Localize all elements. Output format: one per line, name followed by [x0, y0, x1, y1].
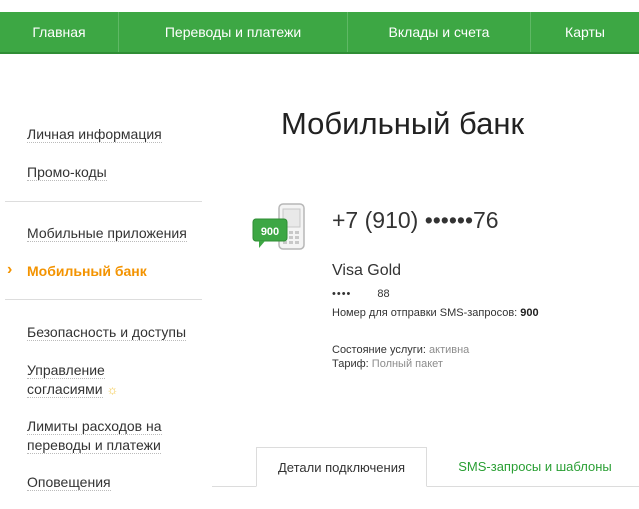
sidebar-item-label: Управление — [27, 362, 105, 379]
page-title: Мобильный банк — [281, 106, 525, 141]
sidebar-item-consents[interactable]: Управление согласиями ☼ — [27, 361, 118, 399]
nav-item-deposits[interactable]: Вклады и счета — [348, 12, 531, 52]
sidebar-divider — [5, 299, 202, 300]
phone-number: +7 (910) ••••••76 — [332, 207, 499, 233]
card-mask: •••• — [332, 288, 352, 300]
top-navigation: Главная Переводы и платежи Вклады и счет… — [0, 12, 639, 54]
sidebar-item-label: Лимиты расходов на — [27, 418, 162, 435]
nav-item-transfers[interactable]: Переводы и платежи — [119, 12, 348, 52]
sms-number-label: Номер для отправки SMS-запросов: — [332, 307, 518, 319]
active-chevron-icon: › — [7, 261, 13, 278]
card-last-digits: 88 — [377, 288, 390, 300]
tab-connection-details[interactable]: Детали подключения — [256, 447, 427, 487]
sidebar-divider — [5, 201, 202, 202]
phone-badge-text: 900 — [261, 226, 279, 238]
card-name: Visa Gold — [332, 262, 402, 279]
sidebar-item-personal-info[interactable]: Личная информация — [27, 125, 162, 144]
sidebar-item-label: переводы и платежи — [27, 437, 161, 454]
tariff-value: Полный пакет — [371, 358, 443, 370]
sidebar-item-label: Личная информация — [27, 126, 162, 143]
sun-icon: ☼ — [106, 382, 119, 397]
sidebar-item-security[interactable]: Безопасность и доступы — [27, 323, 187, 342]
sms-number-value: 900 — [520, 307, 539, 319]
service-status-value: активна — [429, 344, 470, 356]
mobile-phone-icon: 900 — [252, 203, 305, 250]
nav-item-home[interactable]: Главная — [0, 12, 119, 52]
sidebar-item-mobile-bank[interactable]: Мобильный банк — [27, 262, 147, 281]
sidebar-item-mobile-apps[interactable]: Мобильные приложения — [27, 224, 187, 243]
tariff-label: Тариф: — [332, 358, 369, 370]
sidebar-item-label: Мобильные приложения — [27, 225, 187, 242]
sidebar-item-label: Промо-коды — [27, 164, 107, 181]
sidebar-item-label: Оповещения — [27, 474, 111, 491]
sidebar-item-limits[interactable]: Лимиты расходов на переводы и платежи — [27, 417, 162, 455]
card-number: •••• 88 — [332, 288, 390, 300]
service-status-label: Состояние услуги: — [332, 344, 426, 356]
nav-item-cards[interactable]: Карты — [531, 12, 639, 52]
service-status-row: Состояние услуги: активна — [332, 344, 469, 356]
sidebar-item-promo-codes[interactable]: Промо-коды — [27, 163, 107, 182]
sidebar-item-label: Мобильный банк — [27, 263, 147, 279]
sidebar-item-label: Безопасность и доступы — [27, 324, 187, 341]
tariff-row: Тариф: Полный пакет — [332, 358, 443, 370]
tab-sms-requests[interactable]: SMS-запросы и шаблоны — [440, 447, 630, 487]
sms-number-row: Номер для отправки SMS-запросов: 900 — [332, 307, 539, 319]
sidebar-item-notifications[interactable]: Оповещения — [27, 473, 111, 492]
sidebar-item-label: согласиями — [27, 381, 103, 398]
